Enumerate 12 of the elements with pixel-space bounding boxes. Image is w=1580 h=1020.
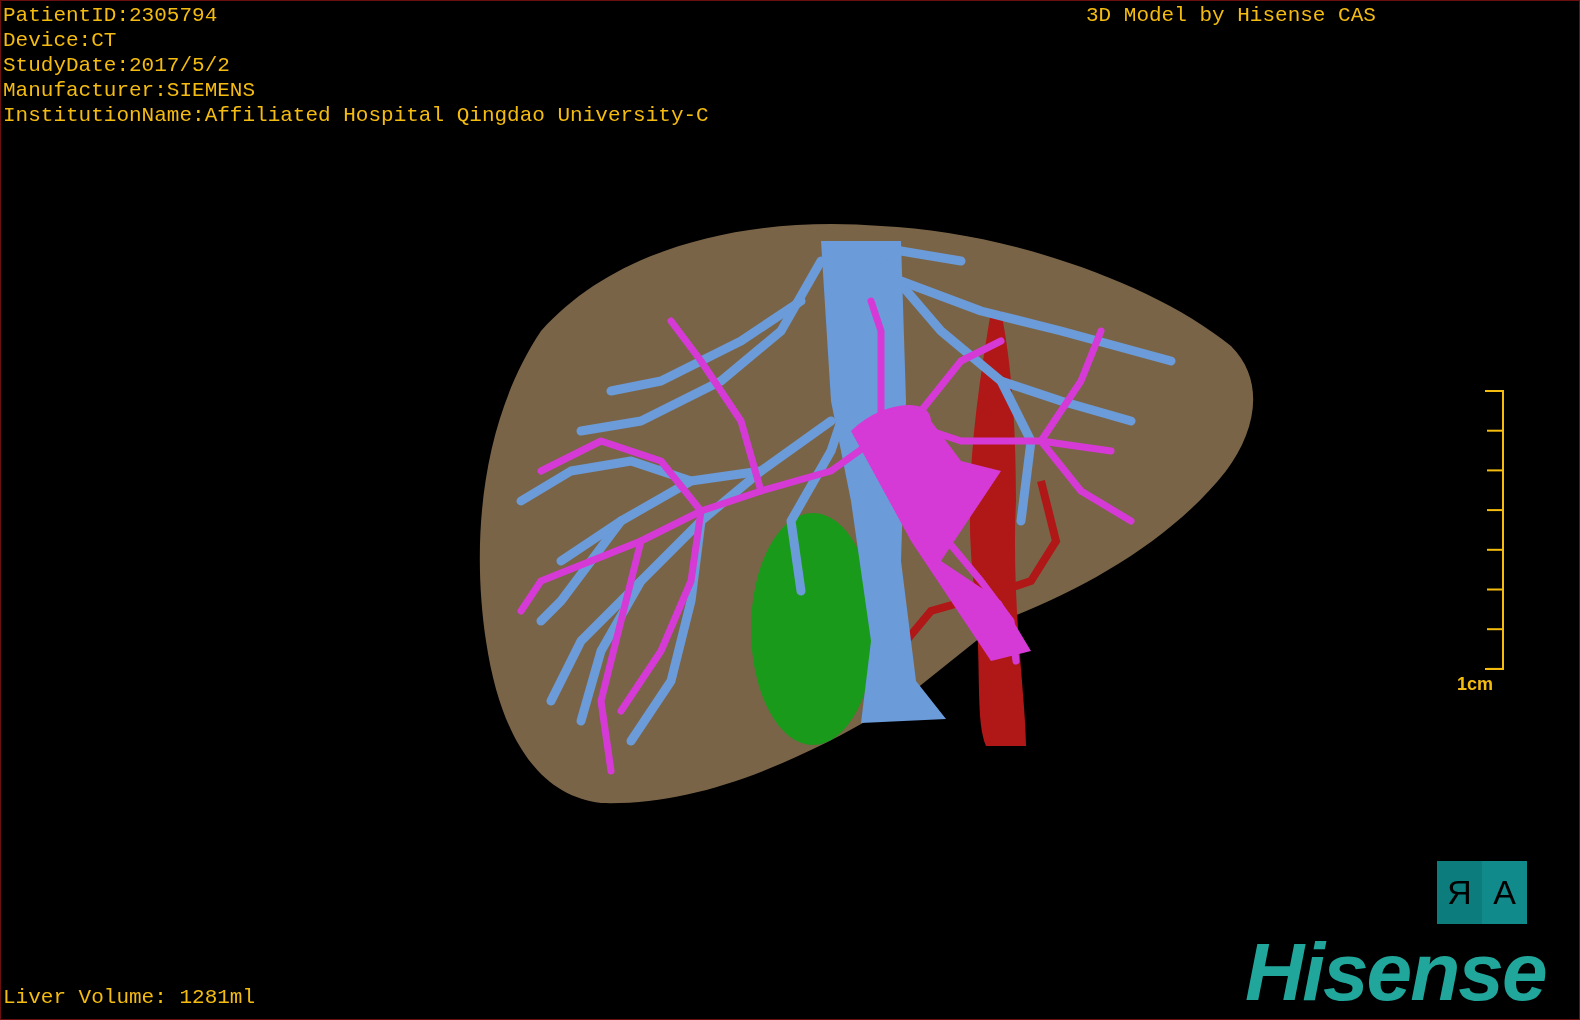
study-info-text: Device:CT bbox=[3, 28, 118, 53]
scale-label: 1cm bbox=[1457, 673, 1494, 696]
study-info-text: PatientID:2305794 bbox=[3, 3, 219, 28]
orientation-cube[interactable]: R A bbox=[1437, 861, 1527, 924]
orientation-label: A bbox=[1482, 861, 1527, 924]
model-caption: 3D Model by Hisense CAS bbox=[1086, 3, 1376, 28]
logo-text: Hisense bbox=[1245, 929, 1546, 1015]
study-info-text: InstitutionName:Affiliated Hospital Qingdao University-C bbox=[3, 103, 709, 128]
orientation-label: R bbox=[1437, 861, 1482, 924]
liver-volume-text: Liver Volume: 1281ml bbox=[3, 985, 256, 1010]
study-info-text: Manufacturer:SIEMENS bbox=[3, 78, 257, 103]
study-info-text: StudyDate:2017/5/2 bbox=[3, 53, 231, 78]
